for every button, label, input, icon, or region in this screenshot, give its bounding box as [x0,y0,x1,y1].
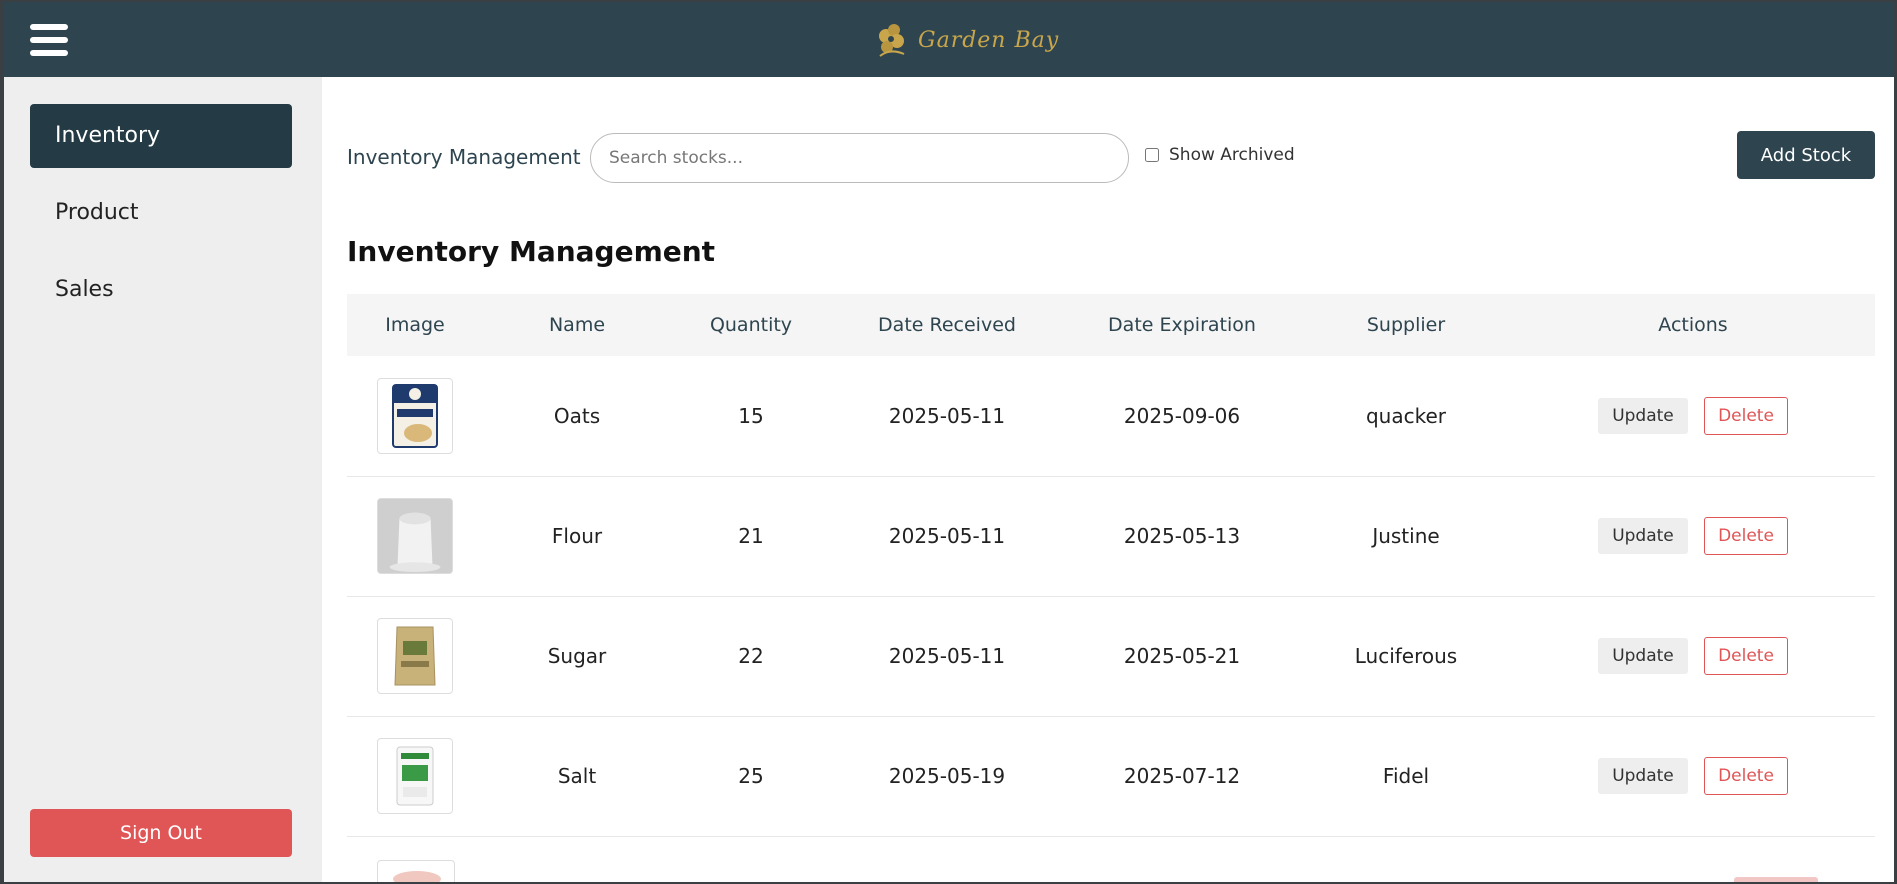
table-row: Sugar 22 2025-05-11 2025-05-21 Luciferou… [347,596,1875,716]
item-date-received: 2025-05-19 [888,764,1006,788]
item-supplier: Justine [1372,524,1440,548]
sign-out-button[interactable]: Sign Out [30,809,292,857]
sidebar-item-product[interactable]: Product [30,181,292,245]
item-supplier: quacker [1365,403,1447,428]
item-quantity: 15 [738,403,764,428]
delete-button[interactable]: Delete [1704,637,1788,675]
item-date-expiration: 2025-05-21 [1123,644,1241,668]
table-row: Flour 21 2025-05-11 2025-05-13 Justine U… [347,476,1875,596]
item-date-expiration: 2025-07-12 [1123,764,1241,788]
column-header-image: Image [385,314,445,336]
search-input[interactable] [590,133,1129,183]
item-date-expiration: 2025-09-06 [1123,403,1241,428]
column-header-actions: Actions [1658,314,1728,336]
item-supplier: Luciferous [1354,644,1458,668]
salt-bag-image [377,738,453,814]
hamburger-icon[interactable] [30,24,68,56]
column-header-quantity: Quantity [709,314,793,336]
app-window: Garden Bay Inventory Product Sales Sign … [4,2,1894,882]
show-archived-checkbox[interactable] [1145,148,1159,162]
logo-text: Garden Bay [918,27,1060,53]
inventory-table: Image Name Quantity Date Received Date E… [347,294,1875,837]
delete-button[interactable]: Delete [1704,396,1788,435]
flower-logo-icon [879,24,905,57]
top-bar: Garden Bay [4,2,1894,77]
show-archived-label: Show Archived [1169,145,1295,165]
item-name: Salt [557,764,597,788]
sidebar-item-sales[interactable]: Sales [30,258,292,322]
update-button[interactable]: Update [1598,518,1688,554]
item-quantity: 21 [738,524,764,548]
table-header-row: Image Name Quantity Date Received Date E… [347,294,1875,356]
item-date-received: 2025-05-11 [888,644,1006,668]
sidebar-item-inventory[interactable]: Inventory [30,104,292,168]
oats-package-image [377,377,453,454]
row-actions: Update Delete [1511,356,1875,476]
flour-sack-image [377,498,453,574]
row-actions: Update Delete [1511,476,1875,596]
column-header-date-expiration: Date Expiration [1108,314,1256,336]
item-quantity: 22 [738,644,764,668]
item-quantity: 25 [738,764,764,788]
partial-row-image [377,860,455,882]
sugar-bag-image [377,618,453,694]
update-button[interactable]: Update [1598,397,1688,434]
item-supplier: Fidel [1382,764,1430,788]
update-button[interactable]: Update [1598,638,1688,674]
page-title: Inventory Management [347,235,716,268]
column-header-supplier: Supplier [1366,314,1446,336]
show-archived-toggle[interactable]: Show Archived [1145,145,1295,165]
add-stock-button[interactable]: Add Stock [1737,131,1875,179]
main-content: Inventory Management Show Archived Add S… [322,77,1894,882]
table-row: Salt 25 2025-05-19 2025-07-12 Fidel Upda… [347,716,1875,836]
item-name: Flour [551,524,603,548]
table-row: Oats 15 2025-05-11 2025-09-06 quacker Up… [347,356,1875,476]
item-date-received: 2025-05-11 [888,403,1006,428]
item-name: Oats [553,403,601,428]
toolbar-title: Inventory Management [347,145,581,169]
delete-button[interactable]: Delete [1704,517,1788,555]
logo: Garden Bay [870,18,1059,62]
item-date-received: 2025-05-11 [888,524,1006,548]
row-actions: Update Delete [1511,596,1875,716]
row-actions: Update Delete [1511,716,1875,836]
item-date-expiration: 2025-05-13 [1123,524,1241,548]
delete-button[interactable]: Delete [1704,757,1788,795]
sidebar: Inventory Product Sales Sign Out [4,77,322,882]
partial-delete-button[interactable] [1734,877,1818,882]
item-name: Sugar [547,644,607,668]
column-header-name: Name [548,314,606,336]
update-button[interactable]: Update [1598,758,1688,794]
column-header-date-received: Date Received [878,314,1016,336]
